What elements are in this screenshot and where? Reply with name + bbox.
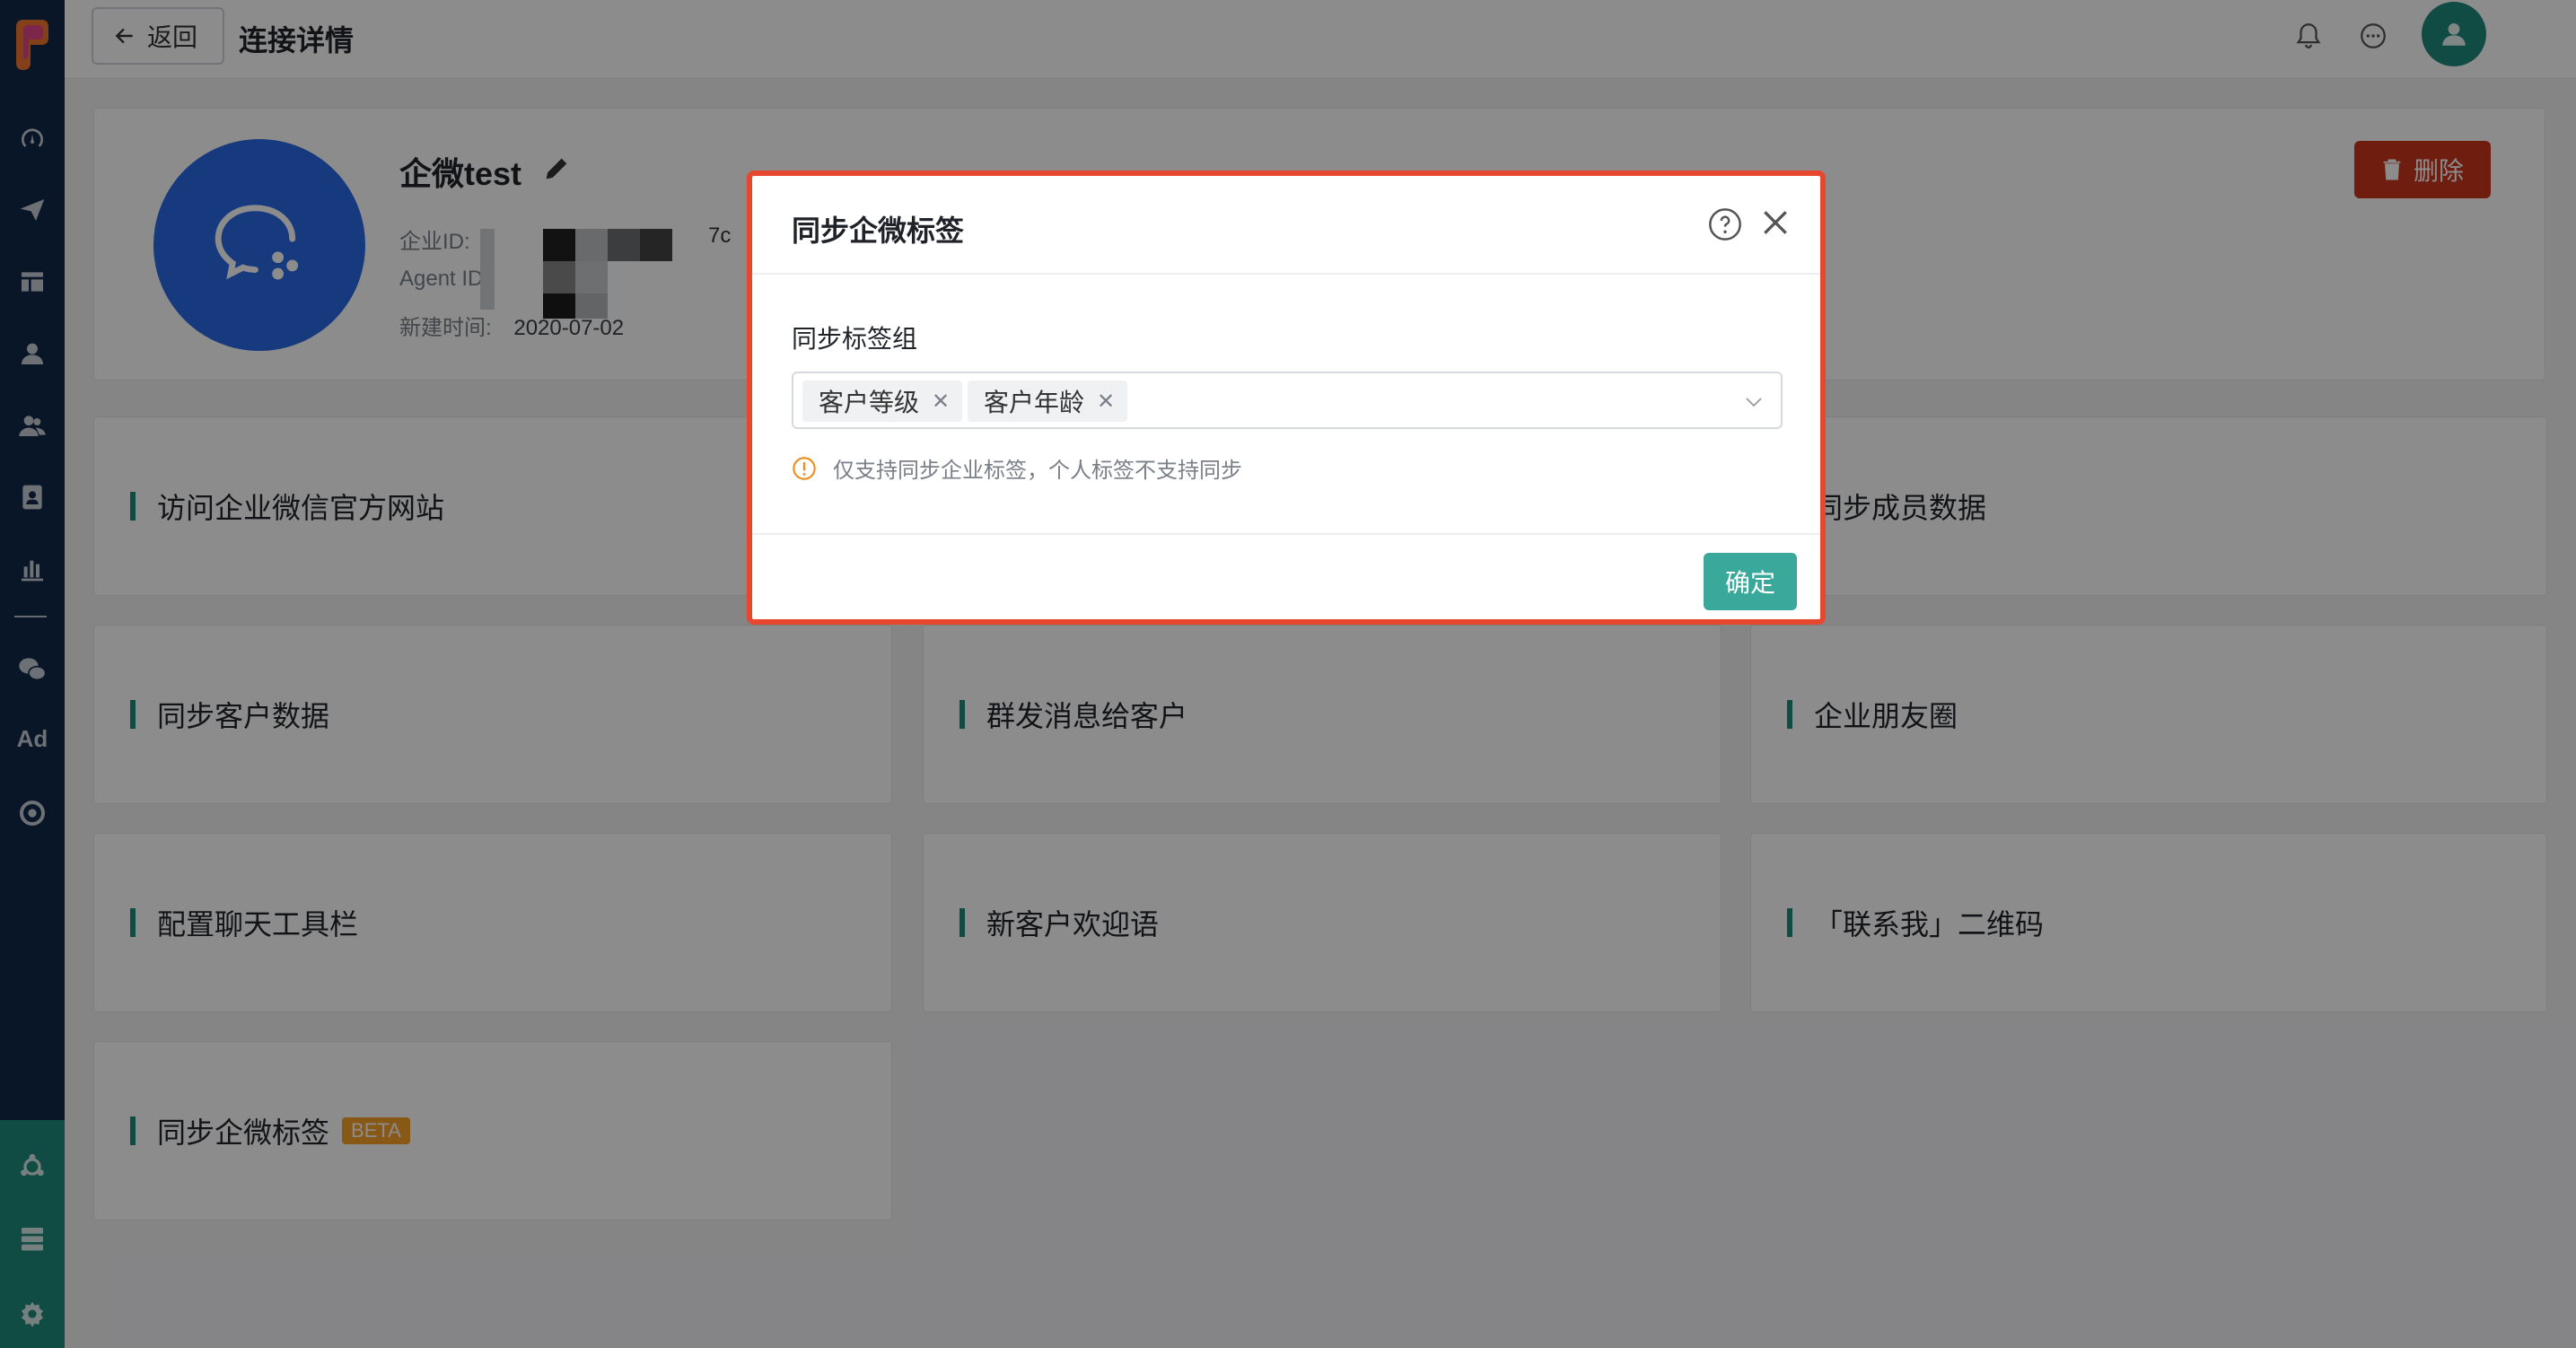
tag-label: 客户年龄 (984, 389, 1085, 416)
hint-text: 仅支持同步企业标签，个人标签不支持同步 (833, 459, 1242, 483)
confirm-button[interactable]: 确定 (1704, 553, 1797, 610)
app: Ad 返回 连接详情 企微test 企业ID: Agent ID: 新建时间: … (0, 0, 2576, 1348)
selected-tag: 客户年龄 ✕ (968, 381, 1128, 422)
warning-circle-icon (793, 456, 816, 480)
hint-row: 仅支持同步企业标签，个人标签不支持同步 (792, 452, 1242, 484)
selected-tag: 客户等级 ✕ (802, 381, 963, 422)
modal-header: 同步企微标签 (752, 176, 1820, 275)
close-icon[interactable] (1757, 205, 1793, 241)
sync-tags-modal: 同步企微标签 同步标签组 客户等级 ✕ 客户年龄 ✕ 仅支持同步企业标签，个人标… (747, 171, 1826, 625)
tag-group-label: 同步标签组 (792, 325, 918, 353)
modal-footer-divider (752, 533, 1820, 535)
tag-remove-icon[interactable]: ✕ (1097, 389, 1115, 415)
tag-group-select[interactable]: 客户等级 ✕ 客户年龄 ✕ (792, 372, 1783, 429)
help-circle-icon[interactable] (1707, 206, 1743, 242)
chevron-down-icon[interactable] (1743, 391, 1765, 413)
modal-title: 同步企微标签 (792, 214, 965, 247)
tag-remove-icon[interactable]: ✕ (932, 389, 950, 415)
tag-label: 客户等级 (819, 389, 920, 416)
